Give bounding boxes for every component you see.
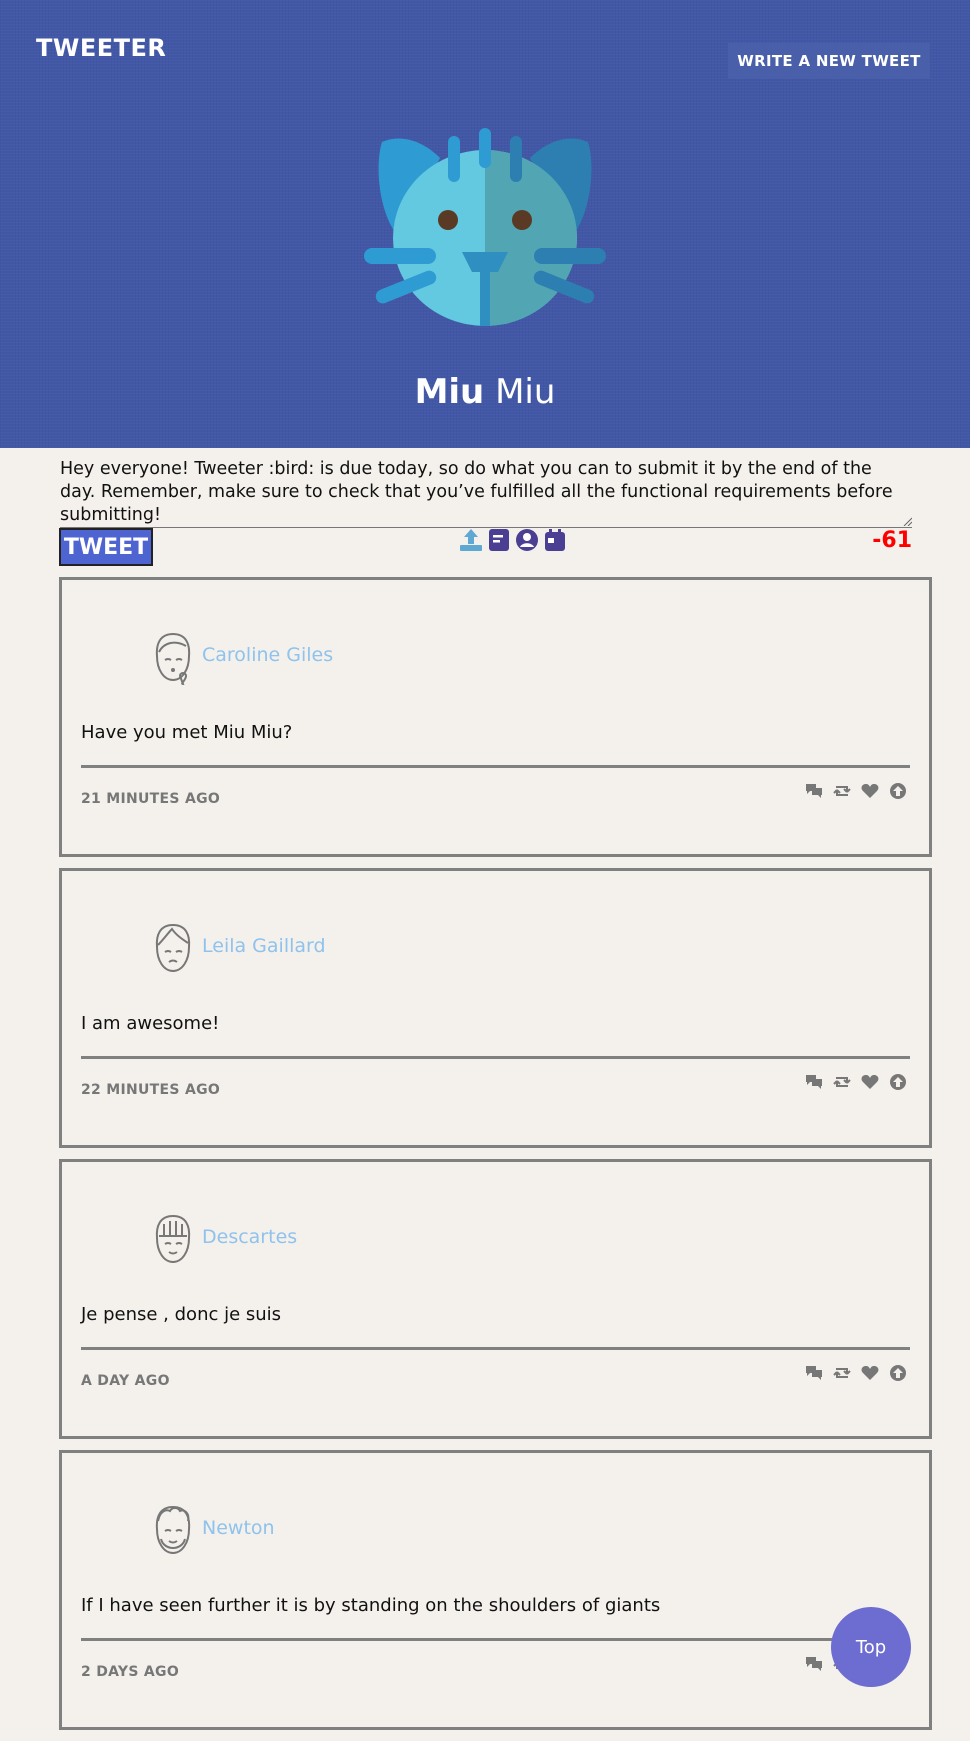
tweet-actions bbox=[804, 1073, 908, 1091]
compose-toolbar bbox=[458, 527, 568, 553]
tweet-timestamp: 21 MINUTES AGO bbox=[81, 791, 221, 807]
tweet-actions bbox=[804, 1364, 908, 1382]
bearded-avatar-icon bbox=[155, 1505, 191, 1555]
tweet-divider bbox=[81, 1056, 910, 1059]
tweet-text: Have you met Miu Miu? bbox=[81, 722, 293, 743]
tweet-timestamp: A DAY AGO bbox=[81, 1373, 170, 1389]
tweet-card: Caroline Giles Have you met Miu Miu? 21 … bbox=[59, 577, 932, 857]
scroll-to-top-button[interactable]: Top bbox=[831, 1607, 911, 1687]
profile-first-name: Miu bbox=[414, 372, 485, 412]
tweet-author[interactable]: Newton bbox=[202, 1517, 275, 1539]
tweet-text: If I have seen further it is by standing… bbox=[81, 1595, 661, 1616]
retweet-icon[interactable] bbox=[832, 1364, 852, 1382]
heart-icon[interactable] bbox=[860, 1073, 880, 1091]
brand-logo[interactable]: TWEETER bbox=[36, 34, 166, 62]
retweet-icon[interactable] bbox=[832, 782, 852, 800]
calendar-icon[interactable] bbox=[542, 527, 568, 553]
tweet-submit-button[interactable]: TWEET bbox=[59, 528, 153, 566]
tweet-card: Newton If I have seen further it is by s… bbox=[59, 1450, 932, 1730]
profile-name: Miu Miu bbox=[0, 372, 970, 412]
resize-grip-icon[interactable] bbox=[902, 516, 912, 526]
tweet-timestamp: 2 DAYS AGO bbox=[81, 1664, 180, 1680]
cat-avatar-icon bbox=[364, 128, 606, 326]
tweet-timestamp: 22 MINUTES AGO bbox=[81, 1082, 221, 1098]
profile-header: TWEETER WRITE A NEW TWEET Miu Miu bbox=[0, 0, 970, 448]
tweet-textarea[interactable]: Hey everyone! Tweeter :bird: is due toda… bbox=[60, 458, 912, 528]
character-counter: -61 bbox=[872, 528, 912, 553]
bangs-avatar-icon bbox=[155, 1214, 191, 1264]
upvote-icon[interactable] bbox=[888, 782, 908, 800]
tweet-actions bbox=[804, 782, 908, 800]
document-icon[interactable] bbox=[486, 527, 512, 553]
profile-last-name: Miu bbox=[495, 372, 556, 412]
tweet-divider bbox=[81, 1638, 910, 1641]
comments-icon[interactable] bbox=[804, 1655, 824, 1673]
upvote-icon[interactable] bbox=[888, 1364, 908, 1382]
heart-icon[interactable] bbox=[860, 1364, 880, 1382]
tweet-divider bbox=[81, 765, 910, 768]
comments-icon[interactable] bbox=[804, 782, 824, 800]
tweet-author[interactable]: Caroline Giles bbox=[202, 644, 333, 666]
comments-icon[interactable] bbox=[804, 1073, 824, 1091]
tweet-text: I am awesome! bbox=[81, 1013, 220, 1034]
upload-icon[interactable] bbox=[458, 527, 484, 553]
tweet-author[interactable]: Leila Gaillard bbox=[202, 935, 326, 957]
tweet-text: Je pense , donc je suis bbox=[81, 1304, 282, 1325]
tweet-author[interactable]: Descartes bbox=[202, 1226, 297, 1248]
girl-avatar-icon bbox=[155, 923, 191, 973]
heart-icon[interactable] bbox=[860, 782, 880, 800]
upvote-icon[interactable] bbox=[888, 1073, 908, 1091]
tweet-divider bbox=[81, 1347, 910, 1350]
woman-avatar-icon bbox=[155, 632, 191, 686]
comments-icon[interactable] bbox=[804, 1364, 824, 1382]
retweet-icon[interactable] bbox=[832, 1073, 852, 1091]
tweet-card: Descartes Je pense , donc je suis A DAY … bbox=[59, 1159, 932, 1439]
user-circle-icon[interactable] bbox=[514, 527, 540, 553]
write-new-tweet-button[interactable]: WRITE A NEW TWEET bbox=[728, 43, 930, 79]
tweet-card: Leila Gaillard I am awesome! 22 MINUTES … bbox=[59, 868, 932, 1148]
